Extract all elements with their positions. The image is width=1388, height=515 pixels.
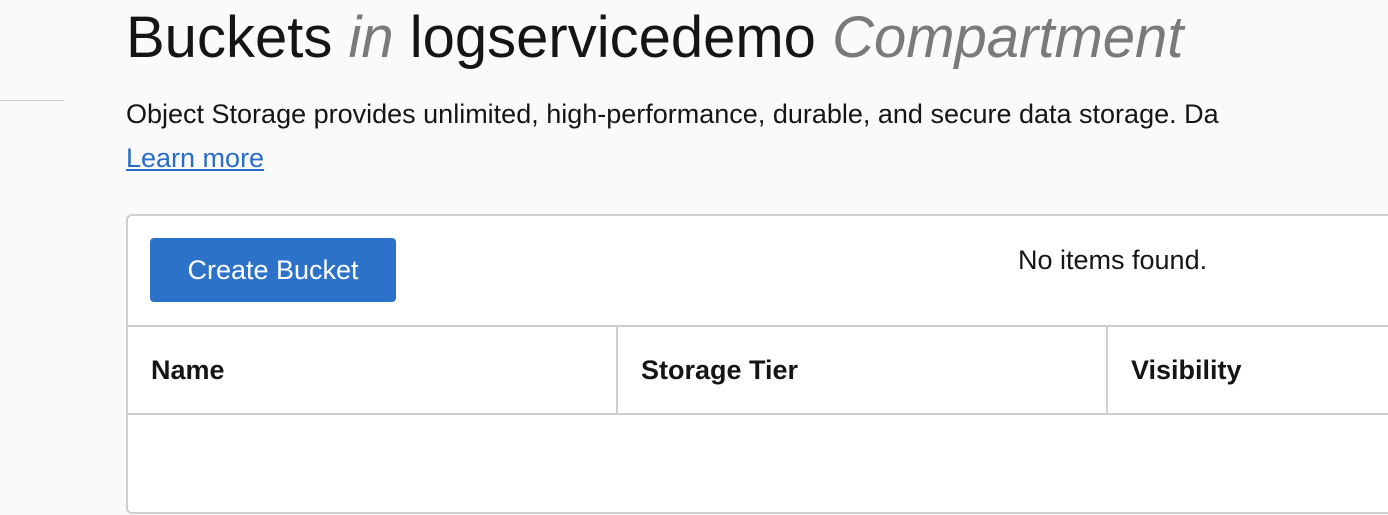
create-bucket-button[interactable]: Create Bucket (150, 238, 396, 302)
sidebar-divider (0, 100, 64, 101)
column-header-name[interactable]: Name (128, 327, 618, 413)
main-content: Buckets in logservicedemo Compartment Ob… (126, 0, 1388, 514)
table-empty-row (128, 415, 1388, 515)
column-header-visibility[interactable]: Visibility (1108, 327, 1388, 413)
compartment-name: logservicedemo (409, 5, 816, 70)
page-title: Buckets in logservicedemo Compartment (126, 2, 1183, 74)
page-description: Object Storage provides unlimited, high-… (126, 99, 1219, 129)
title-prefix: Buckets (126, 5, 333, 70)
table-header: Name Storage Tier Visibility (128, 325, 1388, 415)
title-in: in (348, 5, 394, 70)
column-header-storage-tier[interactable]: Storage Tier (618, 327, 1108, 413)
title-suffix: Compartment (832, 5, 1184, 70)
learn-more-link[interactable]: Learn more (126, 140, 264, 176)
empty-table-message: No items found. (1018, 245, 1208, 275)
